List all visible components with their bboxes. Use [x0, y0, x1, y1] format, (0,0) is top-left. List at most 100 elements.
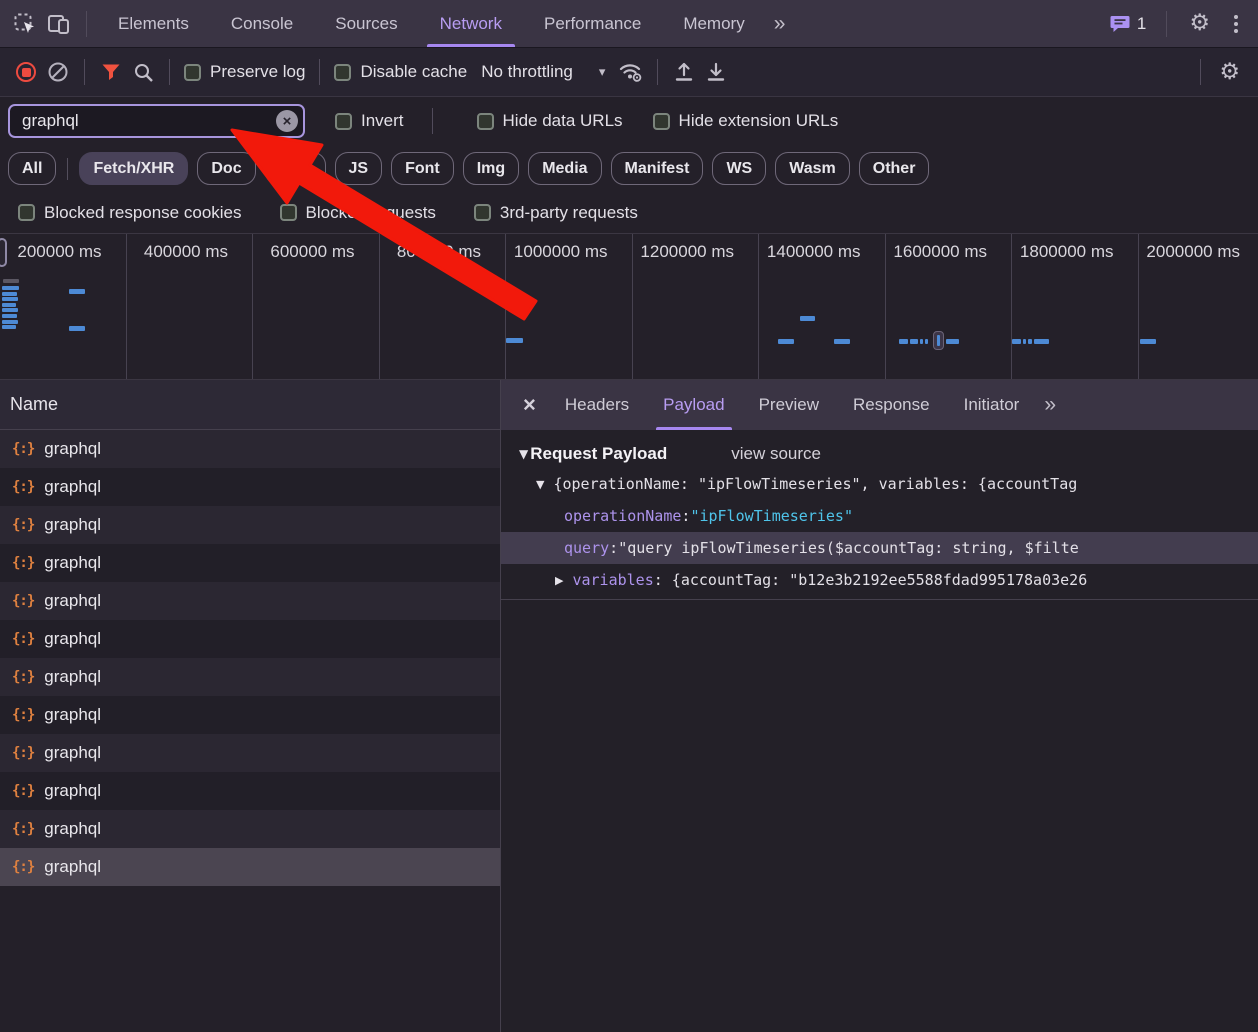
import-har-icon[interactable]	[668, 56, 700, 88]
chip-font[interactable]: Font	[391, 152, 454, 185]
detail-tab-response[interactable]: Response	[836, 380, 947, 430]
search-icon[interactable]	[127, 56, 159, 88]
network-overview-timeline[interactable]: 200000 ms400000 ms600000 ms800000 ms1000…	[0, 233, 1258, 380]
checkbox	[280, 204, 297, 221]
tab-memory[interactable]: Memory	[662, 0, 765, 47]
chip-css[interactable]: CSS	[265, 152, 326, 185]
detail-tab-payload[interactable]: Payload	[646, 380, 741, 430]
expand-triangle-icon[interactable]: ▶	[555, 574, 563, 587]
request-row[interactable]: {:}graphql	[0, 544, 500, 582]
more-panels-icon[interactable]: »	[766, 12, 792, 36]
clear-network-log-button[interactable]	[42, 56, 74, 88]
chip-js[interactable]: JS	[335, 152, 383, 185]
name-column-header[interactable]: Name	[0, 380, 500, 430]
tab-console[interactable]: Console	[210, 0, 314, 47]
request-row[interactable]: {:}graphql	[0, 810, 500, 848]
payload-line[interactable]: operationName: "ipFlowTimeseries"	[501, 500, 1258, 532]
payload-line[interactable]: ▶variables: {accountTag: "b12e3b2192ee55…	[501, 564, 1258, 596]
filter-funnel-icon[interactable]	[95, 56, 127, 88]
view-source-link[interactable]: view source	[731, 444, 821, 464]
request-timeline-bar	[2, 325, 16, 329]
checkbox	[335, 113, 352, 130]
chip-media[interactable]: Media	[528, 152, 601, 185]
chip-doc[interactable]: Doc	[197, 152, 255, 185]
kebab-menu-icon[interactable]	[1222, 15, 1250, 33]
tab-network[interactable]: Network	[419, 0, 523, 47]
request-timeline-bar	[1028, 339, 1032, 344]
payload-text: :	[609, 539, 618, 557]
detail-tab-headers[interactable]: Headers	[548, 380, 646, 430]
chip-manifest[interactable]: Manifest	[611, 152, 704, 185]
export-har-icon[interactable]	[700, 56, 732, 88]
payload-line[interactable]: ▼{operationName: "ipFlowTimeseries", var…	[501, 468, 1258, 500]
request-row[interactable]: {:}graphql	[0, 582, 500, 620]
more-filters-row: Blocked response cookies Blocked requests…	[0, 192, 1258, 233]
request-row[interactable]: {:}graphql	[0, 848, 500, 886]
chip-all[interactable]: All	[8, 152, 56, 185]
json-request-icon: {:}	[12, 555, 34, 571]
devtools-tabbar: ElementsConsoleSourcesNetworkPerformance…	[0, 0, 1258, 48]
requests-list: {:}graphql{:}graphql{:}graphql{:}graphql…	[0, 430, 500, 886]
detail-tab-preview[interactable]: Preview	[742, 380, 836, 430]
request-timeline-bar	[1012, 339, 1021, 344]
request-timeline-bar	[1023, 339, 1026, 344]
disable-cache-checkbox[interactable]: Disable cache	[330, 62, 471, 82]
request-timeline-bar	[2, 286, 19, 290]
hide-data-urls-checkbox[interactable]: Hide data URLs	[473, 111, 627, 131]
request-row[interactable]: {:}graphql	[0, 430, 500, 468]
request-row[interactable]: {:}graphql	[0, 734, 500, 772]
chip-img[interactable]: Img	[463, 152, 519, 185]
request-timeline-bar	[69, 326, 85, 331]
issues-bubble-icon	[1110, 15, 1130, 33]
request-row[interactable]: {:}graphql	[0, 696, 500, 734]
filter-row: × Invert Hide data URLs Hide extension U…	[0, 97, 1258, 145]
close-details-icon[interactable]: ×	[511, 392, 548, 418]
checkbox	[184, 64, 201, 81]
network-settings-gear-icon[interactable]: ⚙	[1211, 61, 1248, 84]
more-detail-tabs-icon[interactable]: »	[1036, 393, 1062, 417]
payload-line[interactable]: query: "query ipFlowTimeseries($accountT…	[501, 532, 1258, 564]
chip-wasm[interactable]: Wasm	[775, 152, 850, 185]
record-network-log-button[interactable]	[10, 56, 42, 88]
preserve-log-checkbox[interactable]: Preserve log	[180, 62, 309, 82]
clear-filter-icon[interactable]: ×	[276, 110, 298, 132]
divider	[86, 11, 87, 37]
payload-text: variables	[572, 571, 653, 589]
request-row[interactable]: {:}graphql	[0, 506, 500, 544]
tab-sources[interactable]: Sources	[314, 0, 418, 47]
request-row[interactable]: {:}graphql	[0, 772, 500, 810]
request-row[interactable]: {:}graphql	[0, 468, 500, 506]
issues-count: 1	[1137, 14, 1146, 34]
issues-button[interactable]: 1	[1104, 14, 1152, 34]
collapse-triangle-icon[interactable]: ▼	[519, 447, 528, 461]
network-conditions-icon[interactable]	[615, 56, 647, 88]
tab-elements[interactable]: Elements	[97, 0, 210, 47]
blocked-response-cookies-checkbox[interactable]: Blocked response cookies	[14, 203, 246, 223]
blocked-requests-checkbox[interactable]: Blocked requests	[276, 203, 440, 223]
throttling-dropdown[interactable]: No throttling ▾	[471, 62, 615, 82]
collapse-triangle-icon[interactable]: ▼	[536, 478, 544, 491]
chip-other[interactable]: Other	[859, 152, 930, 185]
section-title: Request Payload	[530, 444, 667, 464]
divider	[67, 158, 68, 180]
device-toolbar-icon[interactable]	[42, 7, 76, 41]
request-timeline-bar	[2, 314, 17, 318]
request-name: graphql	[44, 591, 101, 611]
divider	[432, 108, 433, 134]
payload-text: :	[681, 507, 690, 525]
request-timeline-bar	[910, 339, 918, 344]
chip-ws[interactable]: WS	[712, 152, 766, 185]
settings-gear-icon[interactable]: ⚙	[1181, 12, 1218, 35]
request-timeline-bar	[2, 308, 18, 312]
request-row[interactable]: {:}graphql	[0, 658, 500, 696]
3rd-party-requests-checkbox[interactable]: 3rd-party requests	[470, 203, 642, 223]
chip-fetch-xhr[interactable]: Fetch/XHR	[79, 152, 188, 185]
detail-tab-initiator[interactable]: Initiator	[947, 380, 1037, 430]
tab-performance[interactable]: Performance	[523, 0, 662, 47]
invert-checkbox[interactable]: Invert	[331, 111, 408, 131]
request-timeline-bar	[946, 339, 959, 344]
inspect-element-icon[interactable]	[8, 7, 42, 41]
hide-extension-urls-checkbox[interactable]: Hide extension URLs	[649, 111, 843, 131]
filter-input[interactable]	[8, 104, 305, 138]
request-row[interactable]: {:}graphql	[0, 620, 500, 658]
